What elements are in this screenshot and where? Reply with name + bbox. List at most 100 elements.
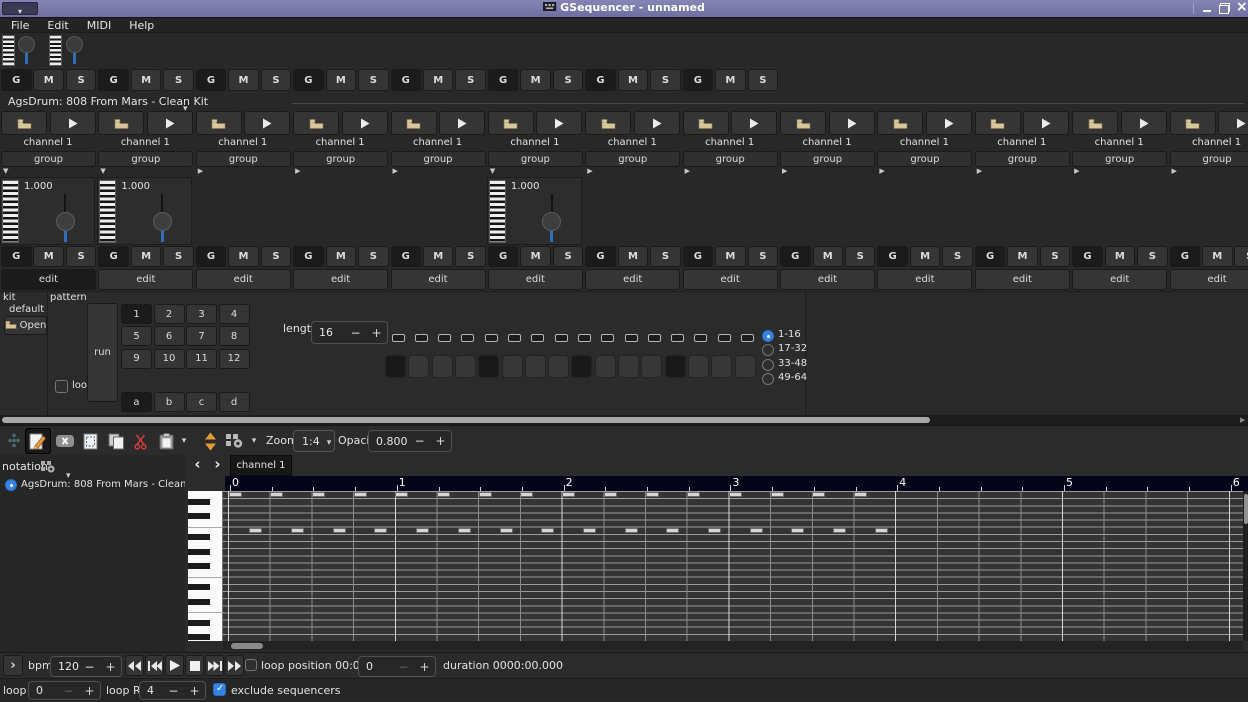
pattern-pad-13[interactable] (665, 355, 686, 378)
gms-m-button[interactable]: M (715, 246, 746, 267)
note[interactable] (687, 492, 700, 498)
channel-group-button[interactable]: group (1170, 151, 1248, 167)
pattern-pad-15[interactable] (711, 355, 732, 378)
piano-black-key[interactable] (188, 599, 210, 605)
copy-tool-icon[interactable] (105, 431, 127, 451)
note[interactable] (812, 492, 825, 498)
note[interactable] (520, 492, 533, 498)
channel-play-button[interactable] (731, 111, 777, 135)
channel-group-button[interactable]: group (975, 151, 1070, 167)
pattern-index-7[interactable]: 7 (186, 326, 217, 346)
master-dial[interactable] (66, 36, 83, 53)
piano-black-key[interactable] (188, 584, 210, 590)
menu-help[interactable]: Help (120, 19, 163, 32)
gms-m-button[interactable]: M (131, 246, 162, 267)
note[interactable] (437, 492, 450, 498)
channel-open-button[interactable] (877, 111, 923, 135)
gms-m-button[interactable]: M (618, 246, 649, 267)
pattern-index-2[interactable]: 2 (154, 304, 185, 324)
note[interactable] (354, 492, 367, 498)
channel-open-button[interactable] (196, 111, 242, 135)
channel-group-button[interactable]: group (877, 151, 972, 167)
gms-g-button[interactable]: G (1, 246, 32, 267)
gms-s-button[interactable]: S (748, 246, 779, 267)
clear-tool-icon[interactable] (54, 431, 76, 451)
channel-open-button[interactable] (1, 111, 47, 135)
scrollbar-arrow-icon[interactable]: ▶ (1240, 416, 1245, 424)
pattern-bank-c[interactable]: c (186, 392, 217, 412)
machine-radio[interactable] (5, 479, 17, 491)
pattern-index-1[interactable]: 1 (121, 304, 152, 324)
channel-play-button[interactable] (1121, 111, 1167, 135)
gms-s-button[interactable]: S (845, 246, 876, 267)
channel-play-button[interactable] (50, 111, 96, 135)
gms-g-button[interactable]: G (196, 69, 227, 91)
channel-open-button[interactable] (683, 111, 729, 135)
note[interactable] (458, 528, 471, 534)
loop-r-increment-icon[interactable] (184, 684, 205, 698)
channel-expander-icon[interactable]: ▶ (295, 167, 300, 175)
note[interactable] (229, 492, 242, 498)
pattern-bank-a[interactable]: a (121, 392, 152, 412)
channel-play-button[interactable] (634, 111, 680, 135)
maximize-button[interactable] (1218, 2, 1231, 15)
channel-open-button[interactable] (98, 111, 144, 135)
window-menu-button[interactable] (2, 2, 38, 15)
pattern-pad-9[interactable] (571, 355, 592, 378)
note[interactable] (708, 528, 721, 534)
position-decrement-icon[interactable] (393, 660, 414, 674)
pattern-index-10[interactable]: 10 (154, 349, 185, 369)
channel-expander-icon[interactable]: ▼ (490, 167, 495, 175)
channel-open-button[interactable] (975, 111, 1021, 135)
note[interactable] (729, 492, 742, 498)
channel-group-button[interactable]: group (391, 151, 486, 167)
channel-expander-icon[interactable]: ▶ (977, 167, 982, 175)
edit-button[interactable]: edit (1, 269, 96, 290)
pattern-pad-4[interactable] (455, 355, 476, 378)
gms-s-button[interactable]: S (748, 69, 779, 91)
gms-m-button[interactable]: M (326, 69, 357, 91)
note[interactable] (791, 528, 804, 534)
note[interactable] (333, 528, 346, 534)
gms-m-button[interactable]: M (131, 69, 162, 91)
gms-s-button[interactable]: S (261, 246, 292, 267)
gms-m-button[interactable]: M (33, 69, 64, 91)
transport-loop-checkbox[interactable] (245, 659, 257, 671)
bpm-spinner[interactable]: 120 (50, 656, 122, 677)
gms-s-button[interactable]: S (66, 69, 97, 91)
length-increment-icon[interactable] (366, 326, 387, 340)
note[interactable] (750, 528, 763, 534)
note[interactable] (833, 528, 846, 534)
edit-button[interactable]: edit (683, 269, 778, 290)
gms-g-button[interactable]: G (98, 246, 129, 267)
gms-m-button[interactable]: M (910, 246, 941, 267)
gms-s-button[interactable]: S (553, 246, 584, 267)
tools-menu-chevron[interactable] (248, 431, 260, 451)
note[interactable] (854, 492, 867, 498)
channel-expander-icon[interactable]: ▼ (3, 167, 8, 175)
gms-m-button[interactable]: M (1105, 246, 1136, 267)
channel-open-button[interactable] (780, 111, 826, 135)
pattern-index-5[interactable]: 5 (121, 326, 152, 346)
gms-s-button[interactable]: S (163, 246, 194, 267)
gms-g-button[interactable]: G (1170, 246, 1201, 267)
piano-black-key[interactable] (188, 534, 210, 540)
length-spinner[interactable]: 16 (311, 321, 388, 344)
edit-button[interactable]: edit (877, 269, 972, 290)
gms-m-button[interactable]: M (1202, 246, 1233, 267)
piano-keyboard[interactable] (188, 491, 223, 641)
note[interactable] (583, 528, 596, 534)
fader-knob[interactable] (542, 212, 561, 231)
close-button[interactable] (1234, 2, 1247, 15)
paste-tool-icon[interactable] (155, 431, 177, 451)
note[interactable] (875, 528, 888, 534)
gms-m-button[interactable]: M (1007, 246, 1038, 267)
note[interactable] (416, 528, 429, 534)
piano-black-key[interactable] (188, 513, 210, 519)
pattern-pad-2[interactable] (408, 355, 429, 378)
scrollbar-handle[interactable] (231, 643, 263, 649)
channel-group-button[interactable]: group (293, 151, 388, 167)
fader-knob[interactable] (153, 212, 172, 231)
channel-open-button[interactable] (488, 111, 534, 135)
menu-edit[interactable]: Edit (38, 19, 77, 32)
